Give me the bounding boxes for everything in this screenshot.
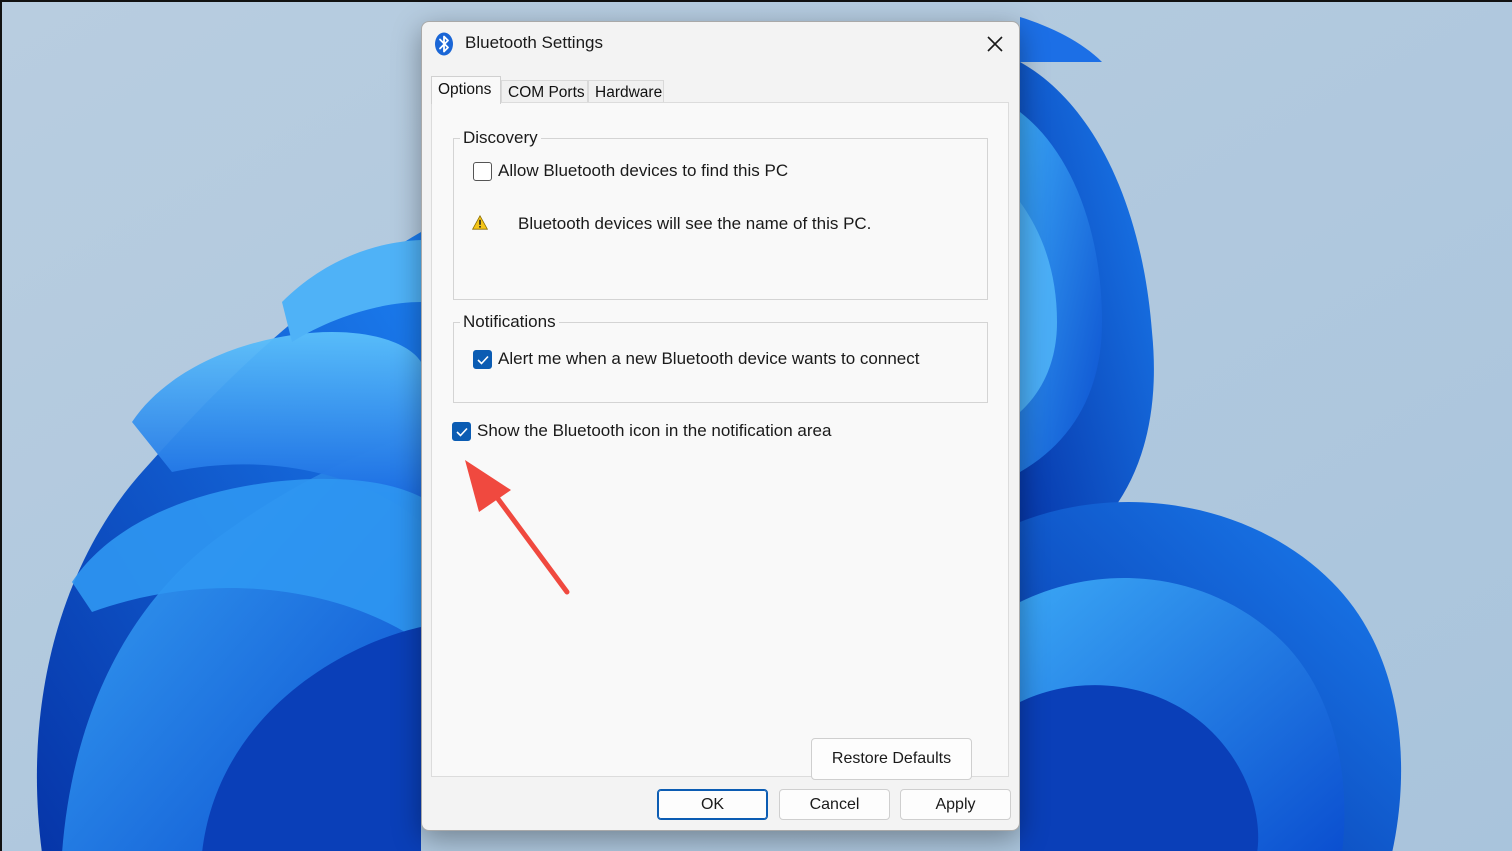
options-panel: Discovery Allow Bluetooth devices to fin… [431, 102, 1009, 780]
close-button[interactable] [975, 26, 1015, 62]
ok-button[interactable]: OK [657, 789, 768, 820]
notifications-legend: Notifications [460, 312, 559, 332]
discovery-group: Discovery Allow Bluetooth devices to fin… [453, 128, 988, 300]
show-bluetooth-icon-checkbox[interactable] [452, 421, 471, 441]
discovery-warning-text: Bluetooth devices will see the name of t… [518, 214, 872, 233]
show-bluetooth-icon-checkbox-row[interactable]: Show the Bluetooth icon in the notificat… [452, 421, 831, 441]
alert-new-device-checkbox-row[interactable]: Alert me when a new Bluetooth device wan… [473, 349, 919, 369]
cancel-button[interactable]: Cancel [779, 789, 890, 820]
allow-discovery-label: Allow Bluetooth devices to find this PC [498, 161, 789, 180]
window-title: Bluetooth Settings [465, 33, 603, 52]
notifications-group: Notifications Alert me when a new Blueto… [453, 312, 988, 403]
show-bluetooth-icon-label: Show the Bluetooth icon in the notificat… [477, 421, 832, 440]
checkmark-icon [477, 355, 489, 365]
bluetooth-icon [435, 32, 453, 56]
allow-discovery-checkbox-row[interactable]: Allow Bluetooth devices to find this PC [473, 161, 788, 181]
close-icon [987, 36, 1003, 52]
tab-options[interactable]: Options [431, 76, 501, 104]
alert-new-device-label: Alert me when a new Bluetooth device wan… [498, 349, 920, 368]
checkmark-icon [456, 427, 468, 437]
discovery-legend: Discovery [460, 128, 541, 148]
allow-discovery-checkbox[interactable] [473, 161, 492, 181]
title-bar[interactable]: Bluetooth Settings [422, 22, 1019, 66]
tab-com-ports[interactable]: COM Ports [501, 80, 588, 103]
bluetooth-settings-dialog: Bluetooth Settings Options COM Ports Har… [421, 21, 1020, 831]
tab-hardware[interactable]: Hardware [588, 80, 664, 103]
restore-defaults-button[interactable]: Restore Defaults [811, 738, 972, 780]
alert-new-device-checkbox[interactable] [473, 349, 492, 369]
warning-icon [472, 215, 488, 230]
apply-button[interactable]: Apply [900, 789, 1011, 820]
